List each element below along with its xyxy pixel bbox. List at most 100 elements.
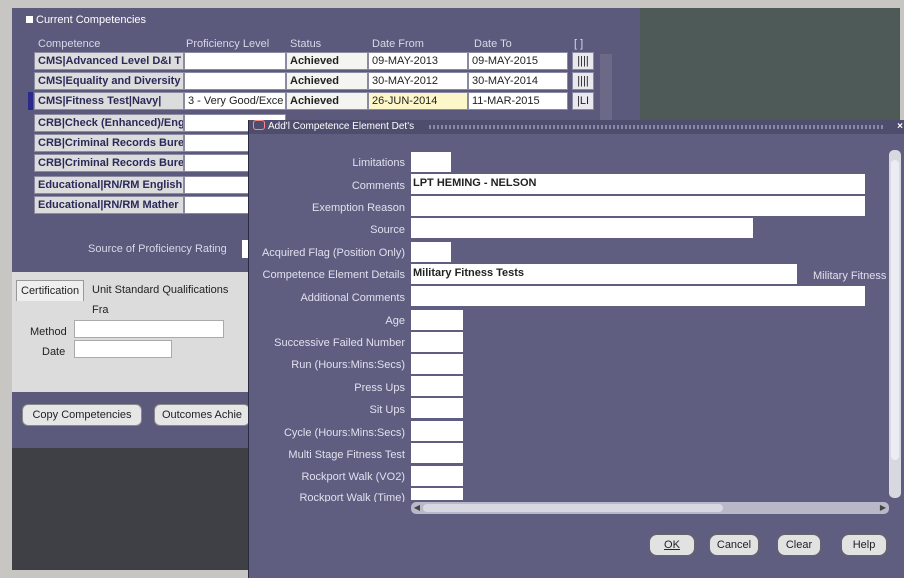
ok-button[interactable]: OK: [649, 534, 695, 556]
checkbox-icon[interactable]: [26, 16, 33, 23]
col-header-status: Status: [290, 38, 322, 50]
competence-cell[interactable]: Educational|RN/RM English: [34, 176, 184, 194]
title-grip: [429, 125, 885, 129]
source-label: Source: [370, 224, 405, 236]
multi-stage-fitness-test-field[interactable]: [411, 443, 463, 463]
background-band: [12, 448, 250, 570]
outcomes-achieved-button[interactable]: Outcomes Achie: [154, 404, 250, 426]
date-from-cell[interactable]: 26-JUN-2014: [368, 92, 468, 110]
dialog-horizontal-scrollbar[interactable]: ◀ ▶: [411, 502, 889, 514]
col-header-flag: [ ]: [574, 38, 584, 50]
date-from-cell[interactable]: 09-MAY-2013: [368, 52, 468, 70]
competence-cell[interactable]: CMS|Fitness Test|Navy|: [34, 92, 184, 110]
competence-cell[interactable]: Educational|RN/RM Mather: [34, 196, 184, 214]
competence-cell[interactable]: CRB|Check (Enhanced)/Eng: [34, 114, 184, 132]
col-header-competence: Competence: [38, 38, 101, 50]
col-header-date-from: Date From: [372, 38, 424, 50]
status-cell[interactable]: Achieved: [286, 92, 368, 110]
comments-label: Comments: [351, 180, 405, 192]
date-to-cell[interactable]: 09-MAY-2015: [468, 52, 568, 70]
proficiency-cell[interactable]: [184, 52, 286, 70]
additional-comments-field[interactable]: [411, 286, 865, 306]
limitations-label: Limitations: [352, 157, 405, 169]
rockport-walk-vo2-label: Rockport Walk (VO2): [301, 471, 405, 483]
dialog-vertical-scroll-thumb[interactable]: [891, 160, 899, 460]
section-title-text: Current Competencies: [36, 14, 147, 26]
col-header-proficiency: Proficiency Level: [186, 38, 270, 50]
copy-competencies-label: Copy Competencies: [32, 409, 132, 421]
successive-failed-number-label: Successive Failed Number: [274, 337, 405, 349]
background-pane: [640, 8, 900, 126]
status-cell[interactable]: Achieved: [286, 72, 368, 90]
section-title: Current Competencies: [26, 14, 146, 26]
cycle-time-field[interactable]: [411, 421, 463, 441]
dialog-vertical-scrollbar[interactable]: [889, 150, 901, 498]
close-icon[interactable]: ×: [897, 120, 903, 134]
dialog-title: Add'l Competence Element Det's: [268, 121, 415, 132]
help-label: Help: [852, 539, 876, 551]
help-button[interactable]: Help: [841, 534, 887, 556]
method-field[interactable]: [74, 320, 224, 338]
date-from-cell[interactable]: 30-MAY-2012: [368, 72, 468, 90]
flag-cell[interactable]: ||||: [572, 52, 594, 70]
multi-stage-fitness-test-label: Multi Stage Fitness Test: [288, 449, 405, 461]
acquired-flag-field[interactable]: [411, 242, 451, 262]
dialog-title-bar[interactable]: Add'l Competence Element Det's ×: [249, 120, 904, 134]
competence-cell[interactable]: CMS|Advanced Level D&I T: [34, 52, 184, 70]
age-label: Age: [385, 315, 405, 327]
rockport-walk-vo2-field[interactable]: [411, 466, 463, 486]
date-to-cell[interactable]: 30-MAY-2014: [468, 72, 568, 90]
successive-failed-number-field[interactable]: [411, 332, 463, 352]
age-field[interactable]: [411, 310, 463, 330]
source-of-proficiency-label: Source of Proficiency Rating: [88, 243, 227, 255]
military-fitness-label: Military Fitness: [813, 270, 887, 282]
sit-ups-label: Sit Ups: [369, 404, 405, 416]
status-cell[interactable]: Achieved: [286, 52, 368, 70]
sit-ups-field[interactable]: [411, 398, 463, 418]
ok-label: OK: [664, 539, 680, 551]
comments-field[interactable]: LPT HEMING - NELSON: [411, 174, 865, 194]
window-icon: [253, 120, 265, 130]
run-time-label: Run (Hours:Mins:Secs): [291, 359, 405, 371]
source-field[interactable]: [411, 218, 753, 238]
clear-label: Clear: [785, 539, 813, 551]
run-time-field[interactable]: [411, 354, 463, 374]
date-to-cell[interactable]: 11-MAR-2015: [468, 92, 568, 110]
exemption-reason-label: Exemption Reason: [312, 202, 405, 214]
tab-certification[interactable]: Certification: [16, 280, 85, 301]
competence-element-dialog: Add'l Competence Element Det's × Limitat…: [248, 120, 904, 578]
tab-panel: Certification Unit Standard Qualificatio…: [12, 272, 250, 392]
date-label: Date: [42, 346, 66, 358]
clear-button[interactable]: Clear: [777, 534, 821, 556]
copy-competencies-button[interactable]: Copy Competencies: [22, 404, 142, 426]
col-header-date-to: Date To: [474, 38, 512, 50]
rockport-walk-time-field[interactable]: [411, 488, 463, 500]
flag-cell[interactable]: ||||: [572, 72, 594, 90]
tab-unit-standard-qualifications[interactable]: Unit Standard Qualifications Fra: [88, 280, 250, 316]
cancel-label: Cancel: [716, 539, 752, 551]
scroll-left-icon[interactable]: ◀: [412, 502, 422, 514]
outcomes-achieved-label: Outcomes Achie: [161, 409, 243, 421]
date-field[interactable]: [74, 340, 172, 358]
flag-cell[interactable]: |LI: [572, 92, 594, 110]
competence-cell[interactable]: CMS|Equality and Diversity: [34, 72, 184, 90]
press-ups-field[interactable]: [411, 376, 463, 396]
row-selected-indicator: [28, 92, 33, 110]
proficiency-cell[interactable]: 3 - Very Good/Exce: [184, 92, 286, 110]
additional-comments-label: Additional Comments: [300, 292, 405, 304]
cycle-time-label: Cycle (Hours:Mins:Secs): [283, 427, 405, 439]
cancel-button[interactable]: Cancel: [709, 534, 759, 556]
limitations-field[interactable]: [411, 152, 451, 172]
press-ups-label: Press Ups: [354, 382, 405, 394]
method-label: Method: [30, 326, 67, 338]
acquired-flag-label: Acquired Flag (Position Only): [261, 247, 405, 259]
exemption-reason-field[interactable]: [411, 196, 865, 216]
rockport-walk-time-label: Rockport Walk (Time): [299, 492, 405, 502]
scroll-right-icon[interactable]: ▶: [878, 502, 888, 514]
competence-element-details-label: Competence Element Details: [262, 269, 405, 281]
competence-cell[interactable]: CRB|Criminal Records Bure: [34, 134, 184, 152]
proficiency-cell[interactable]: [184, 72, 286, 90]
competence-cell[interactable]: CRB|Criminal Records Bure: [34, 154, 184, 172]
competence-element-details-field[interactable]: Military Fitness Tests: [411, 264, 797, 284]
dialog-horizontal-scroll-thumb[interactable]: [423, 504, 723, 512]
